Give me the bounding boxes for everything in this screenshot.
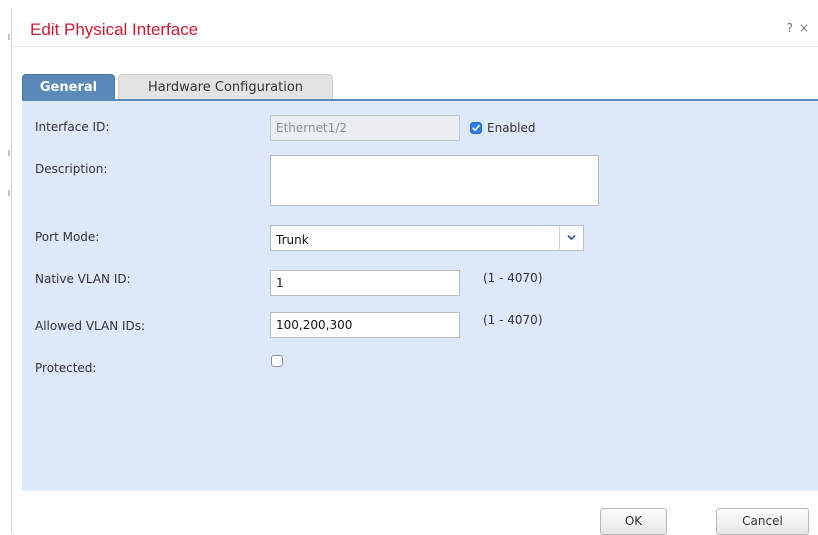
- port-mode-label: Port Mode:: [35, 230, 100, 244]
- title-controls: ?×: [787, 21, 815, 35]
- ok-button[interactable]: OK: [600, 508, 667, 535]
- interface-id-field: [270, 115, 460, 141]
- chevron-down-icon[interactable]: [559, 226, 583, 250]
- port-mode-value: Trunk: [276, 233, 309, 247]
- protected-label: Protected:: [35, 361, 97, 375]
- close-icon[interactable]: ×: [799, 21, 815, 35]
- allowed-vlan-ids-label: Allowed VLAN IDs:: [35, 319, 146, 333]
- title-divider: [12, 46, 818, 47]
- window-edge-mark: [8, 34, 10, 40]
- port-mode-select[interactable]: Trunk: [270, 225, 584, 251]
- protected-checkbox[interactable]: [271, 355, 283, 367]
- native-vlan-id-label: Native VLAN ID:: [35, 272, 131, 286]
- allowed-vlan-ids-field[interactable]: [270, 312, 460, 338]
- window-edge-mark: [8, 190, 10, 196]
- allowed-vlan-range-hint: (1 - 4070): [483, 313, 543, 327]
- edit-physical-interface-dialog: Edit Physical Interface ?× General Hardw…: [11, 8, 818, 535]
- description-label: Description:: [35, 162, 108, 176]
- checkmark-icon: [472, 124, 480, 132]
- description-field[interactable]: [270, 155, 599, 206]
- help-icon[interactable]: ?: [787, 21, 799, 35]
- cancel-button[interactable]: Cancel: [716, 508, 809, 535]
- enabled-label: Enabled: [487, 121, 536, 135]
- general-panel: Interface ID: Enabled Description: Port …: [22, 101, 818, 491]
- enabled-checkbox[interactable]: [470, 122, 482, 134]
- window-edge-mark: [8, 150, 10, 156]
- interface-id-label: Interface ID:: [35, 120, 110, 134]
- native-vlan-range-hint: (1 - 4070): [483, 271, 543, 285]
- tab-hardware-configuration[interactable]: Hardware Configuration: [118, 74, 333, 100]
- tab-general[interactable]: General: [22, 74, 115, 100]
- native-vlan-id-field[interactable]: [270, 270, 460, 296]
- dialog-title: Edit Physical Interface: [30, 20, 199, 39]
